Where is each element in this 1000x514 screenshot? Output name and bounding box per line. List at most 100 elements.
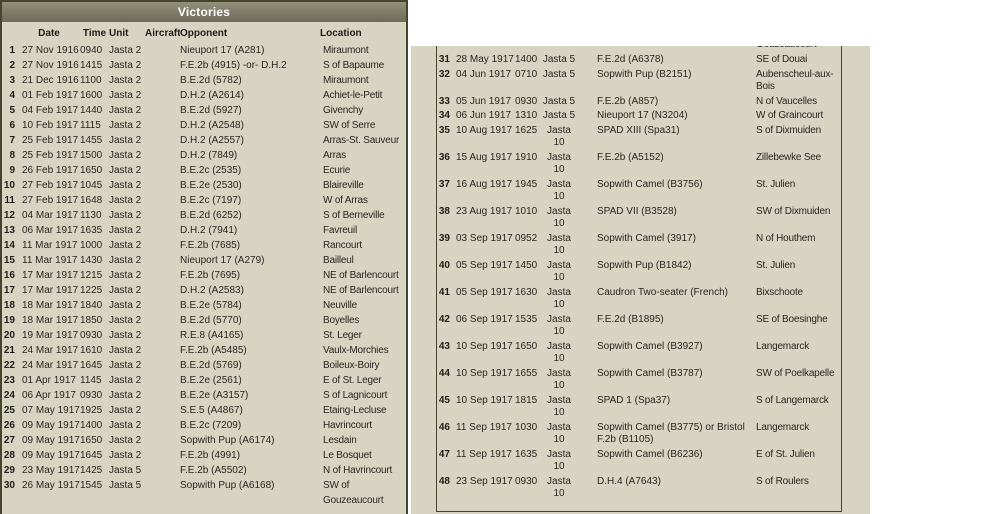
cell-date: 15 Aug 1917: [456, 151, 513, 163]
cell-n: 19: [3, 315, 15, 326]
cell-ac: [145, 178, 180, 193]
cell-ac: [577, 448, 597, 475]
cell-ac: [145, 358, 180, 373]
cell-unit: Jasta 10: [547, 448, 571, 473]
cell-time: 1535: [515, 313, 538, 325]
cell-unit: Jasta 2: [109, 360, 142, 371]
cell-loc: S of Lagnicourt: [323, 390, 388, 401]
cell-loc: S of Roulers: [756, 475, 809, 487]
cell-loc: Le Bosquet: [323, 450, 372, 461]
cell-loc: W of Graincourt: [756, 110, 824, 121]
cell-unit: Jasta 2: [109, 345, 142, 356]
cell-date: 18 Mar 1917: [22, 315, 79, 326]
cell-n: 39: [438, 232, 450, 244]
cell-ac: [577, 68, 597, 95]
cell-n: 20: [3, 330, 15, 341]
cell-unit: Jasta 2: [109, 60, 142, 71]
cell-ac: [145, 328, 180, 343]
victory-row: 43 10 Sep 1917 1650 Jasta 10 Sopwith Camel (…: [437, 340, 841, 367]
cell-time: 1545: [80, 480, 103, 491]
cell-unit: Jasta 10: [547, 151, 571, 176]
page: Victories Date Time Unit Aircraft Oppone…: [0, 0, 1000, 514]
cell-opp: SPAD XIII (Spa31): [597, 124, 680, 136]
cell-unit: Jasta 2: [109, 375, 142, 386]
cell-n: 7: [9, 135, 15, 146]
cell-ac: [145, 343, 180, 358]
cell-date: 23 Aug 1917: [456, 205, 513, 217]
cell-time: 0930: [515, 95, 538, 107]
cell-unit: Jasta 10: [547, 475, 571, 500]
cell-opp: S.E.5 (A4867): [180, 405, 243, 416]
victory-row: 21 24 Mar 1917 1610 Jasta 2 F.E.2b (A5485) Va…: [2, 343, 406, 358]
cell-loc: SW of Gouzeaucourt: [323, 480, 384, 506]
cell-ac: [577, 421, 597, 448]
victory-row: 19 18 Mar 1917 1850 Jasta 2 B.E.2d (5770) Boy…: [2, 313, 406, 328]
cell-time: 1650: [80, 165, 103, 176]
victory-row: 20 19 Mar 1917 0930 Jasta 2 R.E.8 (A4165) St.…: [2, 328, 406, 343]
cell-unit: Jasta 10: [547, 367, 571, 392]
cell-loc: Miraumont: [323, 75, 369, 86]
cell-time: 1100: [80, 75, 102, 86]
victory-row: 1 27 Nov 1916 0940 Jasta 2 Nieuport 17 (A281…: [2, 43, 406, 58]
cell-time: 1500: [80, 150, 103, 161]
cell-unit: Jasta 5: [542, 68, 576, 80]
cell-time: 0940: [80, 45, 103, 56]
cell-time: 1600: [80, 90, 103, 101]
victory-row: 31 28 May 1917 1400 Jasta 5 F.E.2d (A6378) SE…: [437, 53, 841, 68]
cell-unit: Jasta 10: [547, 421, 571, 446]
cell-ac: [577, 367, 597, 394]
cell-unit: Jasta 10: [547, 340, 571, 365]
cell-n: 29: [3, 465, 15, 476]
cell-ac: [577, 151, 597, 178]
cell-ac: [145, 88, 180, 103]
cell-n: 22: [3, 360, 15, 371]
victory-row: 12 04 Mar 1917 1130 Jasta 2 B.E.2d (6252) S o…: [2, 208, 406, 223]
cell-ac: [577, 394, 597, 421]
cell-opp: B.E.2d (6252): [180, 210, 242, 221]
cell-date: 11 Sep 1917: [456, 448, 512, 460]
cell-date: 27 Feb 1917: [22, 180, 79, 191]
victory-row: 2 27 Nov 1916 1415 Jasta 2 F.E.2b (4915) -or…: [2, 58, 406, 73]
cell-n: 11: [4, 195, 15, 206]
header-aircraft: Aircraft: [145, 28, 180, 39]
cell-n: 48: [438, 475, 450, 487]
cell-opp: D.H.4 (A7643): [597, 475, 661, 487]
cell-opp: F.E.2b (7695): [180, 270, 241, 281]
cell-loc: Blaireville: [323, 180, 364, 191]
cell-opp: R.E.8 (A4165): [180, 330, 244, 341]
cell-n: 33: [438, 95, 450, 107]
cell-opp: Sopwith Pup (A6174): [180, 435, 275, 446]
cell-unit: Jasta 2: [109, 300, 142, 311]
panel-title: Victories: [2, 2, 406, 22]
cell-n: 25: [3, 405, 15, 416]
cell-loc: St. Julien: [756, 178, 796, 190]
cell-loc: Boyelles: [323, 315, 360, 326]
cell-time: 1215: [80, 270, 103, 281]
cell-ac: [145, 103, 180, 118]
cell-ac: [145, 148, 180, 163]
victory-row: 37 16 Aug 1917 1945 Jasta 10 Sopwith Camel (…: [437, 178, 841, 205]
cell-n: 34: [438, 110, 450, 121]
cell-date: 16 Aug 1917: [456, 178, 513, 190]
cell-n: 37: [438, 178, 450, 190]
cell-unit: Jasta 2: [109, 75, 142, 86]
cell-opp: D.H.2 (A2583): [180, 285, 244, 296]
cell-n: 8: [9, 150, 15, 161]
victory-row: 9 26 Feb 1917 1650 Jasta 2 B.E.2c (2535) Ecur…: [2, 163, 406, 178]
cell-loc: Havrincourt: [323, 420, 372, 431]
cell-loc: Aubenscheul-aux-Bois: [756, 68, 834, 93]
victory-row: 32 04 Jun 1917 0710 Jasta 5 Sopwith Pup (B21…: [437, 68, 841, 95]
cell-loc: N of Vaucelles: [756, 95, 817, 107]
cell-loc: SW of Dixmuiden: [756, 205, 831, 217]
cell-ac: [577, 53, 597, 68]
cell-opp: D.H.2 (7849): [180, 150, 238, 161]
cell-time: 1440: [80, 105, 103, 116]
cell-unit: Jasta 2: [109, 270, 142, 281]
cell-date: 24 Mar 1917: [22, 360, 79, 371]
cell-opp: Nieuport 17 (N3204): [597, 110, 688, 121]
victory-row: 46 11 Sep 1917 1030 Jasta 10 Sopwith Camel (…: [437, 421, 841, 448]
cell-n: 24: [3, 390, 15, 401]
cell-time: 1645: [80, 360, 103, 371]
victory-row: 47 11 Sep 1917 1635 Jasta 10 Sopwith Camel (…: [437, 448, 841, 475]
cell-time: 1450: [515, 259, 538, 271]
